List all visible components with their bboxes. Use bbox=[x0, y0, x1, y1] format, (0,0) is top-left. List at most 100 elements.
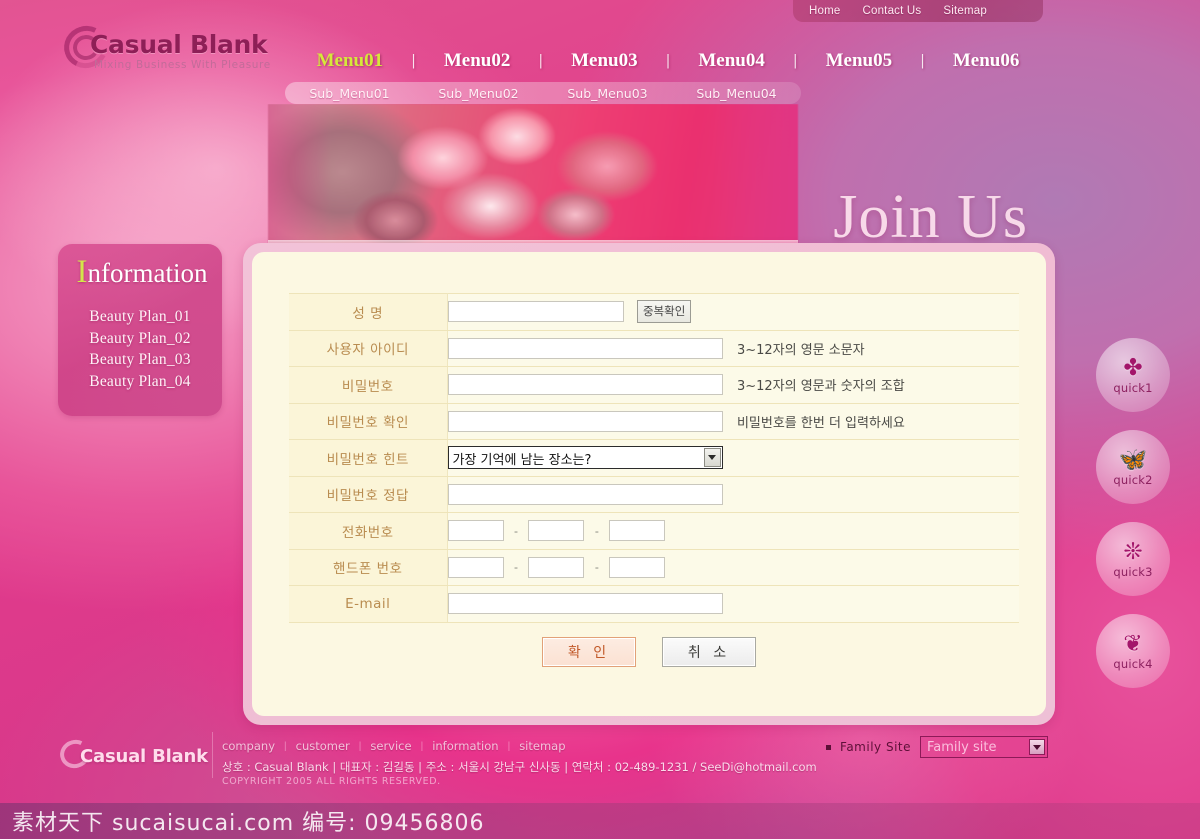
information-title-rest: nformation bbox=[87, 258, 208, 288]
information-item-beauty-plan-02[interactable]: Beauty Plan_02 bbox=[58, 328, 222, 350]
footer-company-info: 상호 : Casual Blank | 대표자 : 김길동 | 주소 : 서울시… bbox=[222, 760, 817, 774]
top-link-sitemap[interactable]: Sitemap bbox=[943, 5, 987, 17]
top-link-home[interactable]: Home bbox=[809, 5, 840, 17]
subnav-item-sub-menu03[interactable]: Sub_Menu03 bbox=[543, 86, 672, 101]
mobile-part3-input[interactable] bbox=[609, 556, 666, 578]
chevron-down-icon[interactable] bbox=[703, 448, 721, 468]
family-site-area: Family Site Family site bbox=[826, 736, 1048, 758]
form-row-password-confirm: 비밀번호 확인 비밀번호를 한번 더 입력하세요 bbox=[289, 403, 1019, 440]
field-name: 중복확인 bbox=[447, 293, 1019, 331]
phone-part1-input[interactable] bbox=[447, 520, 504, 542]
password-input[interactable] bbox=[447, 374, 723, 396]
password-confirm-input[interactable] bbox=[447, 410, 723, 432]
family-site-selected-value: Family site bbox=[927, 739, 997, 755]
field-password-confirm: 비밀번호를 한번 더 입력하세요 bbox=[447, 403, 1019, 440]
quick-menu-item-quick1[interactable]: ✤ quick1 bbox=[1096, 338, 1170, 412]
mobile-part2-input[interactable] bbox=[528, 556, 585, 578]
password-confirm-hint: 비밀번호를 한번 더 입력하세요 bbox=[736, 415, 905, 431]
footer-link-company[interactable]: company bbox=[222, 739, 275, 753]
phone-separator-2: - bbox=[594, 523, 599, 538]
password-hint-selected-value: 가장 기억에 남는 장소는? bbox=[452, 453, 592, 469]
quick-menu-label-quick2: quick2 bbox=[1113, 472, 1153, 487]
form-row-email: E-mail bbox=[289, 585, 1019, 623]
nav-item-menu02[interactable]: Menu02 bbox=[444, 50, 511, 72]
nav-slot-4: Menu04 bbox=[670, 50, 794, 72]
userid-hint: 3~12자의 영문 소문자 bbox=[736, 342, 865, 358]
label-userid: 사용자 아이디 bbox=[289, 330, 448, 367]
information-item-beauty-plan-01[interactable]: Beauty Plan_01 bbox=[58, 306, 222, 328]
subnav-item-sub-menu04[interactable]: Sub_Menu04 bbox=[672, 86, 801, 101]
footer-brand-name: Casual Blank bbox=[80, 746, 208, 767]
information-item-beauty-plan-04[interactable]: Beauty Plan_04 bbox=[58, 371, 222, 393]
password-hint-select[interactable]: 가장 기억에 남는 장소는? bbox=[447, 446, 723, 470]
top-link-contact-us[interactable]: Contact Us bbox=[862, 5, 921, 17]
subnav-item-sub-menu01[interactable]: Sub_Menu01 bbox=[285, 86, 414, 101]
footer-link-sitemap[interactable]: sitemap bbox=[519, 739, 565, 753]
form-row-password: 비밀번호 3~12자의 영문과 숫자의 조합 bbox=[289, 366, 1019, 404]
footer-link-separator-1: | bbox=[284, 740, 287, 752]
footer-divider bbox=[212, 732, 213, 778]
site-logo[interactable]: Casual Blank Mixing Business With Pleasu… bbox=[58, 20, 310, 74]
information-title: Information bbox=[62, 254, 222, 291]
cancel-button[interactable]: 취 소 bbox=[662, 637, 756, 667]
form-row-password-hint: 비밀번호 힌트 가장 기억에 남는 장소는? bbox=[289, 439, 1019, 477]
name-input[interactable] bbox=[447, 301, 624, 323]
phone-separator-1: - bbox=[513, 523, 518, 538]
site-footer: Casual Blank company | customer | servic… bbox=[0, 728, 1200, 806]
quick-menu-label-quick4: quick4 bbox=[1113, 656, 1153, 671]
form-row-userid: 사용자 아이디 3~12자의 영문 소문자 bbox=[289, 330, 1019, 367]
label-password-answer: 비밀번호 정답 bbox=[289, 476, 448, 513]
password-hint: 3~12자의 영문과 숫자의 조합 bbox=[736, 379, 905, 395]
information-panel: Information Beauty Plan_01 Beauty Plan_0… bbox=[58, 244, 222, 416]
phone-part2-input[interactable] bbox=[528, 520, 585, 542]
mobile-part1-input[interactable] bbox=[447, 556, 504, 578]
phone-part3-input[interactable] bbox=[609, 520, 666, 542]
watermark-text: 素材天下 sucaisucai.com 编号: 09456806 bbox=[12, 811, 485, 836]
email-input[interactable] bbox=[447, 593, 723, 615]
label-email: E-mail bbox=[289, 585, 448, 623]
nav-item-menu04[interactable]: Menu04 bbox=[698, 50, 765, 72]
quick-menu-label-quick1: quick1 bbox=[1113, 380, 1153, 395]
footer-link-separator-4: | bbox=[507, 740, 511, 752]
clover-icon: ✤ bbox=[1123, 353, 1143, 380]
label-name: 성 명 bbox=[289, 293, 448, 331]
quick-menu-item-quick4[interactable]: ❦ quick4 bbox=[1096, 614, 1170, 688]
form-row-name: 성 명 중복확인 bbox=[289, 293, 1019, 331]
information-item-beauty-plan-03[interactable]: Beauty Plan_03 bbox=[58, 349, 222, 371]
submit-button[interactable]: 확 인 bbox=[542, 637, 636, 667]
form-row-mobile: 핸드폰 번호 - - bbox=[289, 549, 1019, 586]
footer-logo[interactable]: Casual Blank bbox=[56, 736, 208, 776]
label-password: 비밀번호 bbox=[289, 366, 448, 404]
label-phone: 전화번호 bbox=[289, 512, 448, 550]
logo-brand-name: Casual Blank bbox=[90, 30, 268, 59]
footer-links: company | customer | service | informati… bbox=[222, 739, 566, 753]
page-root: Home Contact Us Sitemap Casual Blank Mix… bbox=[0, 0, 1200, 839]
field-email bbox=[447, 585, 1019, 623]
userid-input[interactable] bbox=[447, 337, 723, 359]
footer-link-information[interactable]: information bbox=[432, 739, 498, 753]
password-answer-input[interactable] bbox=[447, 483, 723, 505]
subnav-item-sub-menu02[interactable]: Sub_Menu02 bbox=[414, 86, 543, 101]
butterfly-icon: 🦋 bbox=[1118, 445, 1148, 472]
nav-item-menu06[interactable]: Menu06 bbox=[953, 50, 1020, 72]
nav-slot-1: Menu01 bbox=[288, 50, 412, 72]
footer-link-service[interactable]: service bbox=[370, 739, 411, 753]
registration-panel-frame: 성 명 중복확인 사용자 아이디 3~12자의 영문 소문자 비밀번호 3~12… bbox=[243, 243, 1055, 725]
footer-link-separator-2: | bbox=[358, 740, 362, 752]
nav-item-menu03[interactable]: Menu03 bbox=[571, 50, 638, 72]
duplicate-check-button[interactable]: 중복확인 bbox=[636, 300, 692, 324]
quick-menu-item-quick3[interactable]: ❊ quick3 bbox=[1096, 522, 1170, 596]
chevron-down-icon[interactable] bbox=[1029, 739, 1045, 755]
bullet-icon bbox=[826, 744, 832, 750]
banner-flower-image bbox=[268, 104, 798, 246]
family-site-select[interactable]: Family site bbox=[920, 736, 1048, 758]
sub-navigation: Sub_Menu01 Sub_Menu02 Sub_Menu03 Sub_Men… bbox=[285, 82, 801, 104]
snowflake-icon: ❊ bbox=[1123, 537, 1143, 564]
nav-item-menu01[interactable]: Menu01 bbox=[317, 50, 384, 72]
nav-item-menu05[interactable]: Menu05 bbox=[826, 50, 893, 72]
nav-slot-6: Menu06 bbox=[924, 50, 1048, 72]
quick-menu-item-quick2[interactable]: 🦋 quick2 bbox=[1096, 430, 1170, 504]
field-password: 3~12자의 영문과 숫자의 조합 bbox=[447, 366, 1019, 404]
footer-link-customer[interactable]: customer bbox=[296, 739, 350, 753]
mobile-separator-1: - bbox=[513, 560, 518, 575]
